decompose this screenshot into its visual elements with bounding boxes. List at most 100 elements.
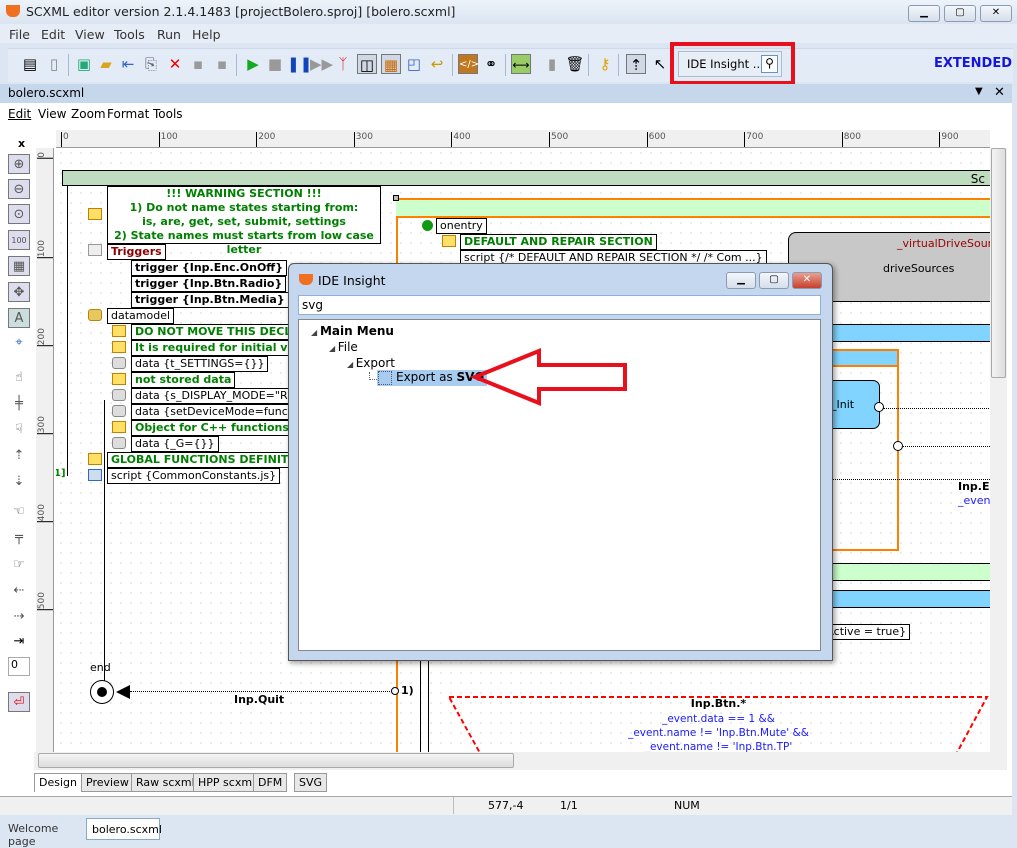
default-repair-node[interactable]: DEFAULT AND REPAIR SECTION [460, 234, 657, 250]
import-icon[interactable]: ⇤ [118, 54, 138, 74]
tree-node-file[interactable]: ◢ File [329, 340, 358, 354]
shift-left-icon[interactable]: ⇠ [8, 581, 30, 601]
grid-icon[interactable]: ▦ [8, 256, 30, 276]
doc-menu-tools[interactable]: Tools [153, 107, 183, 121]
data-node[interactable]: data {t_SETTINGS={}} [131, 356, 269, 372]
spacing-icon[interactable]: ⇥ [8, 632, 30, 652]
open-folder-icon[interactable]: ▰ [96, 54, 116, 74]
tab-bolero-scxml[interactable]: bolero.scxml [86, 818, 162, 840]
move-up-icon[interactable]: ⇡ [8, 446, 30, 466]
new-file-icon[interactable]: ▯ [44, 54, 64, 74]
close-document-icon[interactable]: ✕ [994, 85, 1005, 100]
doc-menu-zoom[interactable]: Zoom [71, 107, 106, 121]
pause-icon[interactable]: ❚❚ [287, 54, 312, 74]
debug-icon[interactable]: ᛉ [333, 54, 353, 74]
maximize-button[interactable]: ▢ [944, 5, 976, 22]
horizontal-scrollbar[interactable] [34, 752, 1007, 770]
trigger-node[interactable]: trigger {Inp.Btn.Media} [131, 292, 289, 308]
tree-node-main-menu[interactable]: ◢ Main Menu [311, 324, 394, 338]
minimize-button[interactable]: ▁ [908, 5, 940, 22]
target-icon[interactable]: ⌖ [8, 333, 30, 353]
panel-icon[interactable]: ▦ [381, 54, 401, 74]
quit-transition[interactable] [130, 691, 394, 692]
back-icon[interactable]: ↩ [427, 54, 447, 74]
tab-dfm[interactable]: DFM [253, 773, 288, 792]
trigger-node[interactable]: trigger {Inp.Enc.OnOff} [131, 260, 288, 276]
tree-node-export[interactable]: ◢ Export [347, 356, 395, 370]
text-icon[interactable]: A [8, 308, 30, 328]
properties-icon[interactable]: ▤ [20, 54, 40, 74]
xml-icon[interactable]: </> [458, 54, 479, 74]
doc-menu-format[interactable]: Format [107, 107, 149, 121]
save-icon[interactable]: ▪ [188, 54, 208, 74]
search-input[interactable] [298, 295, 821, 315]
new-project-icon[interactable]: ▣ [74, 54, 94, 74]
datamodel-node[interactable]: datamodel [107, 308, 175, 324]
menu-edit[interactable]: Edit [41, 27, 65, 42]
layout-icon[interactable]: ◫ [357, 54, 377, 74]
run-icon[interactable]: ▶ [243, 54, 263, 74]
align-down-icon[interactable]: ☟ [8, 420, 30, 440]
ide-insight-button[interactable]: IDE Insight ... ⚲ [678, 51, 782, 77]
link-icon[interactable]: ⚭ [481, 54, 501, 74]
fit-width-icon[interactable]: ⟷ [511, 54, 531, 74]
menu-tools[interactable]: Tools [114, 27, 145, 42]
tab-design[interactable]: Design [34, 773, 82, 792]
global-functions-node[interactable]: GLOBAL FUNCTIONS DEFINITION [107, 452, 316, 468]
dropdown-icon[interactable]: ▼ [975, 86, 983, 97]
tab-raw-scxml[interactable]: Raw scxml [131, 773, 200, 792]
menu-help[interactable]: Help [192, 27, 221, 42]
doc-menu-view[interactable]: View [38, 107, 66, 121]
zoom-fit-icon[interactable]: ⊙ [8, 204, 30, 224]
zoom-out-icon[interactable]: ⊖ [8, 179, 30, 199]
shift-right-icon[interactable]: ⇢ [8, 607, 30, 627]
clipboard-icon[interactable]: ▮ [542, 54, 562, 74]
final-state[interactable] [90, 680, 114, 704]
move-down-icon[interactable]: ⇣ [8, 472, 30, 492]
close-button[interactable]: ✕ [980, 5, 1012, 22]
tab-preview[interactable]: Preview [81, 773, 134, 792]
dialog-close-button[interactable]: ✕ [792, 272, 822, 289]
resize-handle[interactable] [393, 195, 399, 201]
align-center-icon[interactable]: ╪ [8, 394, 30, 414]
vertical-scrollbar[interactable] [990, 148, 1007, 752]
data-node[interactable]: data {_G={}} [131, 436, 219, 452]
onentry-node[interactable]: onentry [436, 218, 487, 234]
save-all-icon[interactable]: ▪ [212, 54, 232, 74]
menu-file[interactable]: File [9, 27, 30, 42]
script-node[interactable]: script {CommonConstants.js} [107, 468, 281, 484]
point-left-icon[interactable]: ☜ [8, 502, 30, 522]
point-right-icon[interactable]: ☞ [8, 555, 30, 575]
add-state-icon[interactable]: ◰ [404, 54, 424, 74]
step-icon[interactable]: ▶▶ [310, 54, 333, 74]
hand-icon[interactable]: ☝ [8, 368, 30, 388]
offset-input[interactable]: 0 [8, 657, 30, 676]
merge-icon[interactable]: ⎘ [141, 54, 161, 74]
vertical-scroll-thumb[interactable] [991, 148, 1006, 378]
close-palette-icon[interactable]: x [18, 137, 25, 150]
wrap-icon[interactable]: ⏎ [8, 692, 30, 712]
transition-icon[interactable]: ⇡ [626, 54, 646, 74]
trigger-node[interactable]: trigger {Inp.Btn.Radio} [131, 276, 287, 292]
menu-run[interactable]: Run [157, 27, 181, 42]
data-node[interactable]: not stored data [131, 372, 236, 388]
transition-port[interactable] [874, 402, 884, 412]
move-icon[interactable]: ✥ [8, 282, 30, 302]
horizontal-scroll-thumb[interactable] [38, 753, 514, 768]
tab-hpp-scxml[interactable]: HPP scxml [193, 773, 261, 792]
tab-welcome-page[interactable]: Welcome page [0, 818, 86, 848]
doc-menu-edit[interactable]: Edit [8, 107, 31, 121]
tab-svg[interactable]: SVG [294, 773, 328, 792]
connector-icon[interactable]: ↖ [650, 54, 670, 74]
align-middle-icon[interactable]: ╤ [8, 528, 30, 548]
key-icon[interactable]: ⚷ [595, 54, 615, 74]
transition-port[interactable] [893, 441, 903, 451]
transition-port[interactable] [391, 687, 399, 695]
warning-note[interactable]: !!! WARNING SECTION !!! 1) Do not name s… [107, 186, 381, 256]
dialog-maximize-button[interactable]: ▢ [759, 272, 789, 289]
trash-icon[interactable]: 🗑 [565, 54, 585, 74]
stop-icon[interactable]: ■ [265, 54, 285, 74]
zoom-in-icon[interactable]: ⊕ [8, 154, 30, 174]
zoom-100-icon[interactable]: 100 [8, 230, 30, 250]
triggers-node[interactable]: Triggers [107, 244, 166, 260]
